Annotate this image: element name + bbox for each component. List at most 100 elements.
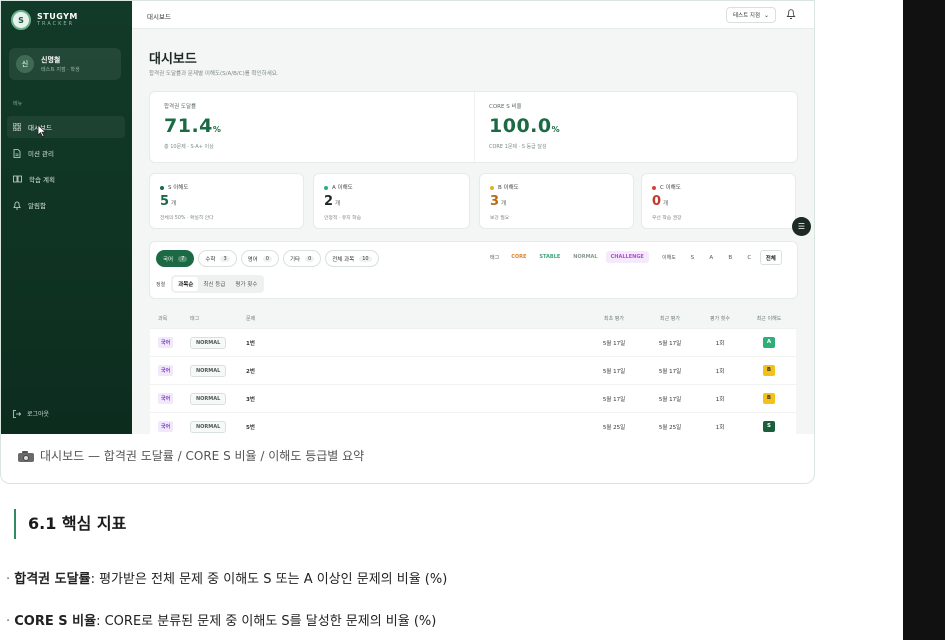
sort-option-subject[interactable]: 과목순	[173, 277, 199, 291]
subject-filter-all[interactable]: 전체 과목 10	[325, 250, 379, 267]
grade-badge: B	[763, 365, 775, 376]
grade-filter-label: 이해도	[662, 255, 676, 261]
right-edge-bar	[903, 0, 945, 640]
first-eval-date: 5월 17일	[602, 396, 626, 403]
grade-filter-c[interactable]: C	[741, 250, 758, 265]
grid-icon	[13, 123, 21, 131]
page-subtitle: 합격권 도달률과 문제별 이해도(S/A/B/C)를 확인하세요.	[149, 71, 279, 77]
bullet-core-s: · CORE S 비율: CORE로 분류된 문제 중 이해도 S를 달성한 문…	[6, 610, 436, 629]
grade-card-note: 보강 필요	[490, 216, 510, 221]
bullet-pass-rate: · 합격권 도달률: 평가받은 전체 문제 중 이해도 S 또는 A 이상인 문…	[6, 568, 447, 587]
sidebar-item-notifications[interactable]: 알림함	[7, 194, 125, 216]
table-row[interactable]: 국어 NORMAL 2번 5월 17일 5월 17일 1회 B	[150, 357, 796, 385]
logout-label: 로그아웃	[27, 411, 50, 418]
list-toggle-icon[interactable]: ☰	[792, 217, 811, 236]
sort-option-latest-grade[interactable]: 최신 등급	[198, 277, 230, 291]
tag-badge: NORMAL	[190, 364, 227, 377]
topbar: 대시보드 테스트 지점 ⌄	[132, 1, 814, 29]
tag-filter-normal[interactable]: NORMAL	[568, 251, 602, 263]
bell-icon	[13, 201, 21, 209]
table-row[interactable]: 국어 NORMAL 5번 5월 25일 5월 25일 1회 S	[150, 413, 796, 434]
logout-button[interactable]: 로그아웃	[13, 409, 49, 418]
bullet-term: CORE S 비율	[14, 614, 97, 629]
column-header[interactable]: 문제	[246, 315, 586, 322]
sidebar-item-study-plan[interactable]: 학습 계획	[7, 168, 125, 190]
grade-card-note: 우선 학습 권장	[652, 216, 682, 221]
mouse-cursor-icon	[37, 124, 47, 138]
subject-badge: 국어	[158, 421, 174, 432]
sort-row: 정렬 과목순 최신 등급 평가 횟수	[156, 275, 265, 293]
user-name: 신명철	[41, 56, 61, 64]
subject-badge: 국어	[158, 365, 174, 376]
logo-subtitle: TRACKER	[37, 21, 75, 27]
bullet-term: 합격권 도달률	[14, 572, 91, 587]
problem-name: 3번	[246, 396, 255, 403]
sidebar-item-label: 알림함	[28, 202, 46, 210]
sort-option-eval-count[interactable]: 평가 횟수	[230, 277, 262, 291]
caption-text: 대시보드 — 합격권 도달률 / CORE S 비율 / 이해도 등급별 요약	[40, 449, 365, 463]
subject-filter-math[interactable]: 수학 3	[198, 250, 237, 267]
user-role: 테스트 지점 · 학생	[41, 67, 80, 73]
sort-label: 정렬	[156, 281, 166, 288]
column-header[interactable]: 평가 횟수	[698, 315, 742, 322]
eval-count: 1회	[715, 424, 725, 431]
sort-segment: 과목순 최신 등급 평가 횟수	[171, 275, 265, 293]
grade-card-c: C 이해도 0개 우선 학습 권장	[641, 173, 796, 229]
grade-card-label: C 이해도	[652, 183, 681, 191]
grade-filter-b[interactable]: B	[722, 250, 739, 265]
tag-badge: NORMAL	[190, 392, 227, 405]
column-header[interactable]: 최근 평가	[642, 315, 698, 322]
grade-card-s: S 이해도 5개 전체의 50% · 확실히 안다	[149, 173, 304, 229]
grade-card-value: 5개	[160, 194, 177, 209]
grade-filter-all[interactable]: 전체	[759, 250, 782, 265]
grade-badge: A	[763, 337, 775, 348]
tag-filter: 태그 CORE STABLE NORMAL CHALLENGE	[490, 251, 649, 263]
latest-eval-date: 5월 25일	[658, 424, 682, 431]
kpi-note: CORE 1문제 · S 등급 달성	[489, 144, 547, 150]
column-header[interactable]: 최근 이해도	[742, 315, 796, 322]
table-row[interactable]: 국어 NORMAL 3번 5월 17일 5월 17일 1회 B	[150, 385, 796, 413]
logo-mark: S	[11, 10, 31, 30]
subject-filter-korean[interactable]: 국어 7	[156, 250, 195, 267]
tag-filter-core[interactable]: CORE	[506, 251, 531, 263]
grade-filter-s[interactable]: S	[684, 250, 701, 265]
problem-name: 1번	[246, 340, 255, 347]
subject-filter-other[interactable]: 기타 0	[282, 250, 322, 267]
kpi-pass-rate: 합격권 도달률 71.4% 총 10문제 · S·A+ 이상	[150, 92, 474, 164]
eval-count: 1회	[715, 396, 725, 403]
notification-bell-icon[interactable]	[785, 8, 797, 22]
grade-dot	[652, 185, 656, 190]
latest-eval-date: 5월 17일	[658, 368, 682, 375]
tag-filter-stable[interactable]: STABLE	[534, 251, 565, 263]
avatar: 신	[16, 55, 34, 73]
subject-filter-english[interactable]: 영어 0	[240, 250, 279, 267]
kpi-label: CORE S 비율	[489, 104, 522, 110]
grade-card-value: 2개	[324, 194, 341, 209]
eval-count: 1회	[715, 340, 725, 347]
sidebar-item-dashboard[interactable]: 대시보드	[7, 116, 125, 138]
grade-filter: 이해도 S A B C 전체	[662, 250, 782, 265]
kpi-note: 총 10문제 · S·A+ 이상	[164, 144, 214, 150]
grade-filter-a[interactable]: A	[703, 250, 720, 265]
branch-select[interactable]: 테스트 지점 ⌄	[726, 7, 776, 23]
column-header[interactable]: 과목	[150, 315, 190, 322]
branch-select-value: 테스트 지점	[732, 13, 761, 19]
kpi-value: 100.0%	[489, 115, 561, 137]
column-header[interactable]: 태그	[190, 315, 246, 322]
first-eval-date: 5월 17일	[602, 368, 626, 375]
app-logo[interactable]: S STUGYM TRACKER	[11, 10, 78, 30]
column-header[interactable]: 최초 평가	[586, 315, 642, 322]
sidebar-nav: 대시보드 미션 관리 학습 계획 알림함	[7, 116, 125, 220]
screenshot-caption: 대시보드 — 합격권 도달률 / CORE S 비율 / 이해도 등급별 요약	[18, 447, 364, 464]
sidebar-item-missions[interactable]: 미션 관리	[7, 142, 125, 164]
user-card[interactable]: 신 신명철 테스트 지점 · 학생	[9, 48, 121, 80]
page-title: 대시보드	[149, 52, 197, 67]
table-header: 과목 태그 문제 최초 평가 최근 평가 평가 횟수 최근 이해도	[150, 309, 796, 329]
kpi-value: 71.4%	[164, 115, 222, 137]
tag-filter-challenge[interactable]: CHALLENGE	[605, 251, 649, 263]
grade-card-value: 3개	[490, 194, 507, 209]
table-row[interactable]: 국어 NORMAL 1번 5월 17일 5월 17일 1회 A	[150, 329, 796, 357]
kpi-core-s-ratio: CORE S 비율 100.0% CORE 1문제 · S 등급 달성	[475, 92, 799, 164]
grade-card-a: A 이해도 2개 안정적 · 유지 학습	[313, 173, 470, 229]
grade-card-label: B 이해도	[490, 183, 519, 191]
